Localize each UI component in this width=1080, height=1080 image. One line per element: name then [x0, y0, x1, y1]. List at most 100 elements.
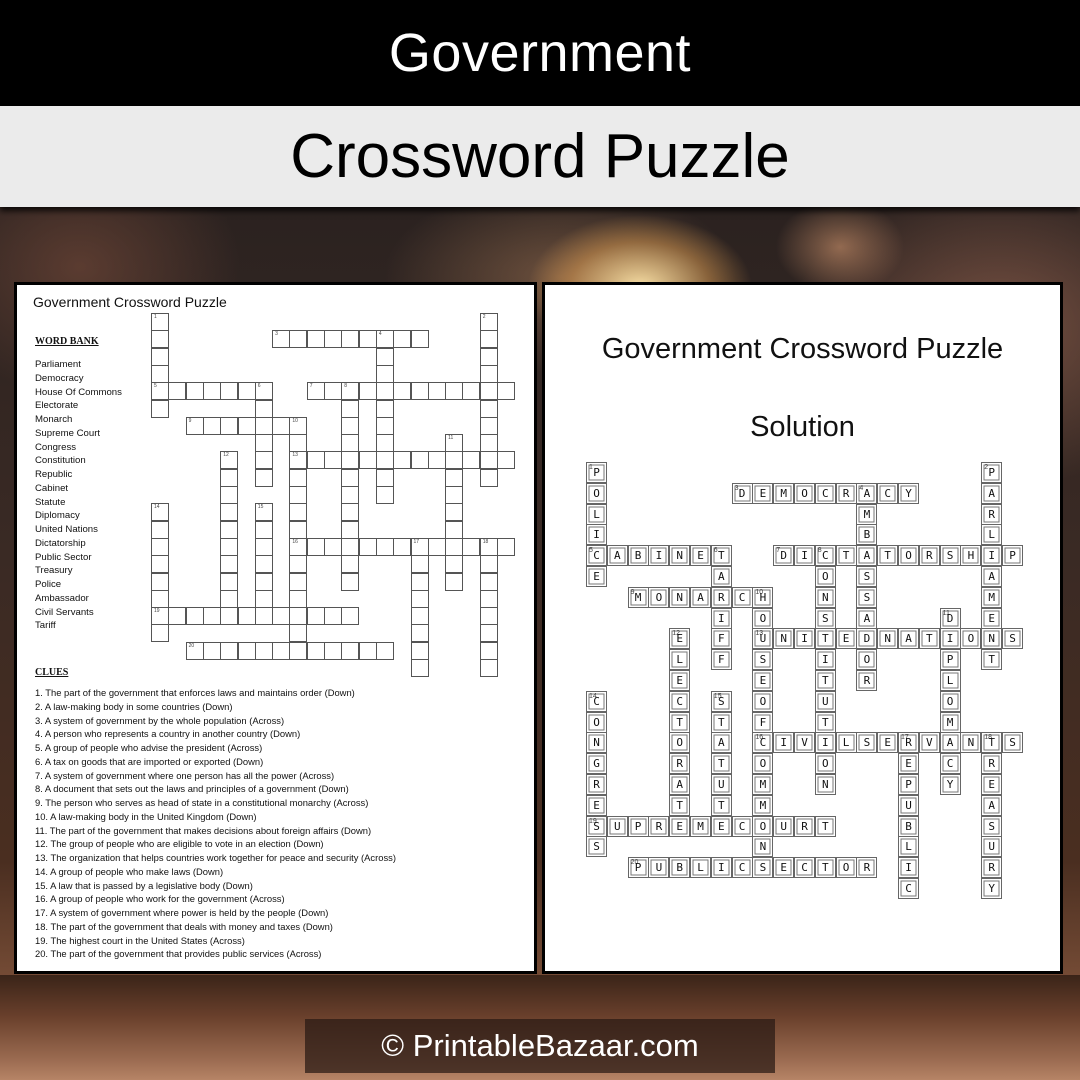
puzzle-cell[interactable]: 20	[185, 641, 204, 660]
puzzle-cell[interactable]	[410, 330, 429, 349]
puzzle-cell[interactable]	[151, 364, 169, 383]
puzzle-cell[interactable]	[445, 451, 464, 470]
puzzle-cell[interactable]: 11	[445, 434, 464, 453]
puzzle-cell[interactable]	[479, 434, 498, 453]
puzzle-cell[interactable]	[375, 382, 394, 401]
puzzle-cell[interactable]	[254, 572, 273, 591]
puzzle-cell[interactable]	[427, 537, 446, 556]
puzzle-cell[interactable]: 6	[254, 382, 273, 401]
puzzle-cell[interactable]	[358, 330, 377, 349]
puzzle-cell[interactable]	[410, 572, 429, 591]
puzzle-cell[interactable]	[289, 520, 308, 539]
puzzle-cell[interactable]	[479, 607, 498, 626]
puzzle-cell[interactable]	[324, 330, 342, 349]
puzzle-cell[interactable]	[202, 641, 221, 660]
puzzle-cell[interactable]	[479, 659, 498, 677]
puzzle-cell[interactable]	[445, 486, 464, 504]
puzzle-cell[interactable]: 2	[479, 313, 498, 331]
puzzle-cell[interactable]	[151, 347, 169, 366]
puzzle-cell[interactable]	[410, 624, 429, 643]
puzzle-cell[interactable]	[289, 468, 308, 487]
puzzle-cell[interactable]	[479, 399, 498, 418]
puzzle-cell[interactable]	[237, 607, 256, 626]
puzzle-cell[interactable]	[445, 468, 464, 487]
puzzle-cell[interactable]: 18	[479, 537, 498, 556]
puzzle-cell[interactable]	[375, 451, 394, 470]
puzzle-cell[interactable]	[220, 468, 239, 487]
puzzle-cell[interactable]	[341, 555, 360, 574]
puzzle-cell[interactable]	[289, 572, 308, 591]
puzzle-cell[interactable]	[393, 382, 412, 401]
puzzle-cell[interactable]: 1	[151, 313, 169, 331]
puzzle-cell[interactable]	[254, 399, 273, 418]
puzzle-cell[interactable]: 9	[185, 416, 204, 435]
puzzle-cell[interactable]	[445, 537, 464, 556]
puzzle-cell[interactable]	[375, 537, 394, 556]
puzzle-cell[interactable]	[358, 537, 377, 556]
puzzle-cell[interactable]	[479, 382, 498, 401]
puzzle-cell[interactable]: 7	[306, 382, 325, 401]
puzzle-cell[interactable]	[289, 434, 308, 453]
puzzle-cell[interactable]	[151, 537, 169, 556]
puzzle-cell[interactable]: 5	[151, 382, 169, 401]
puzzle-cell[interactable]	[272, 641, 291, 660]
puzzle-cell[interactable]	[341, 330, 360, 349]
puzzle-cell[interactable]	[306, 537, 325, 556]
puzzle-cell[interactable]: 8	[341, 382, 360, 401]
puzzle-cell[interactable]	[237, 641, 256, 660]
puzzle-cell[interactable]	[202, 416, 221, 435]
puzzle-cell[interactable]	[341, 572, 360, 591]
puzzle-cell[interactable]	[375, 468, 394, 487]
puzzle-cell[interactable]	[220, 416, 239, 435]
puzzle-cell[interactable]	[341, 486, 360, 504]
puzzle-cell[interactable]	[375, 364, 394, 383]
puzzle-cell[interactable]	[427, 451, 446, 470]
puzzle-cell[interactable]	[306, 607, 325, 626]
puzzle-cell[interactable]	[220, 486, 239, 504]
puzzle-cell[interactable]	[479, 330, 498, 349]
puzzle-cell[interactable]	[341, 607, 360, 626]
puzzle-cell[interactable]	[220, 589, 239, 608]
puzzle-cell[interactable]	[254, 555, 273, 574]
puzzle-cell[interactable]: 3	[272, 330, 291, 349]
puzzle-cell[interactable]	[254, 520, 273, 539]
puzzle-cell[interactable]	[289, 555, 308, 574]
puzzle-cell[interactable]	[341, 416, 360, 435]
puzzle-cell[interactable]	[341, 520, 360, 539]
puzzle-cell[interactable]	[479, 572, 498, 591]
puzzle-cell[interactable]	[341, 468, 360, 487]
puzzle-cell[interactable]	[462, 382, 481, 401]
puzzle-cell[interactable]	[445, 503, 464, 522]
puzzle-cell[interactable]	[324, 607, 342, 626]
puzzle-cell[interactable]	[220, 555, 239, 574]
puzzle-cell[interactable]	[151, 399, 169, 418]
puzzle-cell[interactable]	[479, 624, 498, 643]
puzzle-cell[interactable]	[324, 537, 342, 556]
puzzle-cell[interactable]: 12	[220, 451, 239, 470]
puzzle-cell[interactable]	[358, 382, 377, 401]
puzzle-cell[interactable]	[410, 382, 429, 401]
puzzle-cell[interactable]	[375, 416, 394, 435]
puzzle-cell[interactable]	[237, 416, 256, 435]
puzzle-cell[interactable]	[479, 589, 498, 608]
puzzle-cell[interactable]	[358, 641, 377, 660]
puzzle-cell[interactable]	[289, 624, 308, 643]
puzzle-cell[interactable]	[254, 607, 273, 626]
puzzle-cell[interactable]: 14	[151, 503, 169, 522]
puzzle-cell[interactable]: 4	[375, 330, 394, 349]
puzzle-cell[interactable]	[151, 555, 169, 574]
puzzle-cell[interactable]	[306, 451, 325, 470]
puzzle-cell[interactable]	[410, 555, 429, 574]
puzzle-cell[interactable]	[324, 451, 342, 470]
puzzle-cell[interactable]: 16	[289, 537, 308, 556]
puzzle-cell[interactable]	[151, 520, 169, 539]
puzzle-cell[interactable]	[393, 537, 412, 556]
puzzle-cell[interactable]	[479, 416, 498, 435]
puzzle-cell[interactable]	[410, 659, 429, 677]
puzzle-cell[interactable]	[393, 451, 412, 470]
puzzle-cell[interactable]	[185, 607, 204, 626]
puzzle-cell[interactable]	[479, 555, 498, 574]
puzzle-cell[interactable]	[254, 451, 273, 470]
puzzle-cell[interactable]	[237, 382, 256, 401]
puzzle-cell[interactable]	[393, 330, 412, 349]
